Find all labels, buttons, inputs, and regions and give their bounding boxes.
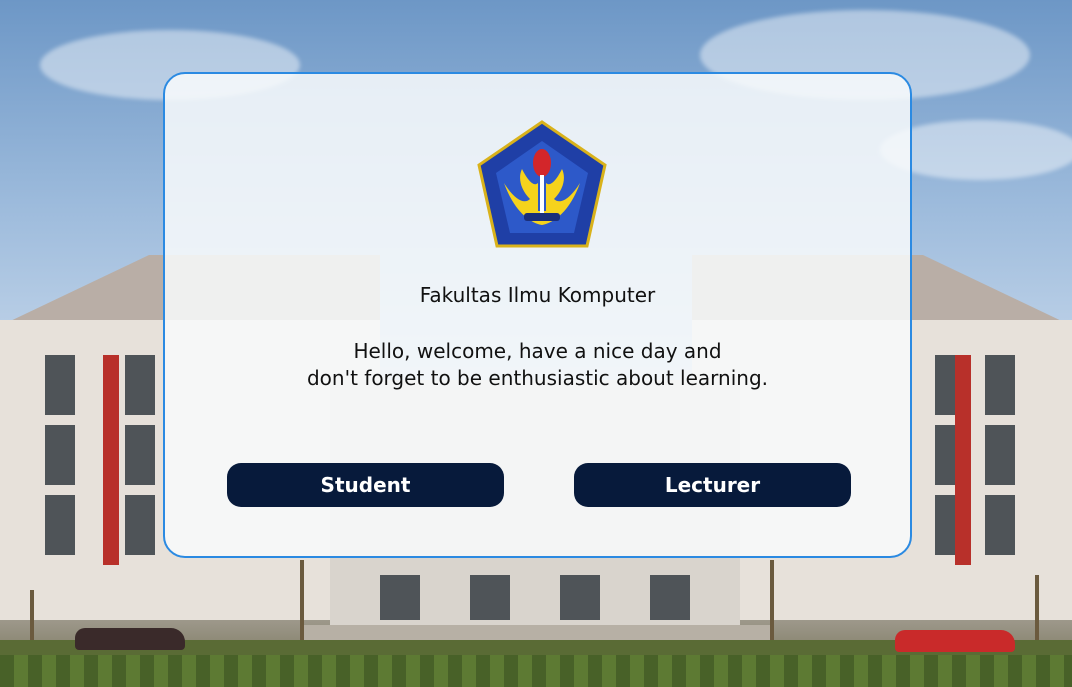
window (45, 495, 75, 555)
student-button[interactable]: Student (227, 463, 504, 507)
lecturer-button[interactable]: Lecturer (574, 463, 851, 507)
window (45, 425, 75, 485)
red-column (103, 355, 119, 565)
window (650, 575, 690, 620)
palm-tree (1035, 575, 1039, 640)
welcome-message: Hello, welcome, have a nice day and don'… (165, 338, 910, 392)
palm-tree (770, 560, 774, 640)
window (125, 425, 155, 485)
window (985, 425, 1015, 485)
role-selection-card: Fakultas Ilmu Komputer Hello, welcome, h… (163, 72, 912, 558)
palm-tree (30, 590, 34, 640)
palm-tree (300, 560, 304, 640)
red-column (955, 355, 971, 565)
window (560, 575, 600, 620)
university-crest-icon (477, 120, 607, 248)
window (380, 575, 420, 620)
welcome-line-1: Hello, welcome, have a nice day and (353, 339, 722, 363)
window (985, 495, 1015, 555)
faculty-title: Fakultas Ilmu Komputer (419, 283, 656, 307)
car (895, 630, 1015, 652)
hedge-row (0, 655, 1072, 687)
window (125, 355, 155, 415)
welcome-line-2: don't forget to be enthusiastic about le… (306, 366, 769, 390)
window (45, 355, 75, 415)
window (125, 495, 155, 555)
window (470, 575, 510, 620)
car (75, 628, 185, 650)
window (985, 355, 1015, 415)
